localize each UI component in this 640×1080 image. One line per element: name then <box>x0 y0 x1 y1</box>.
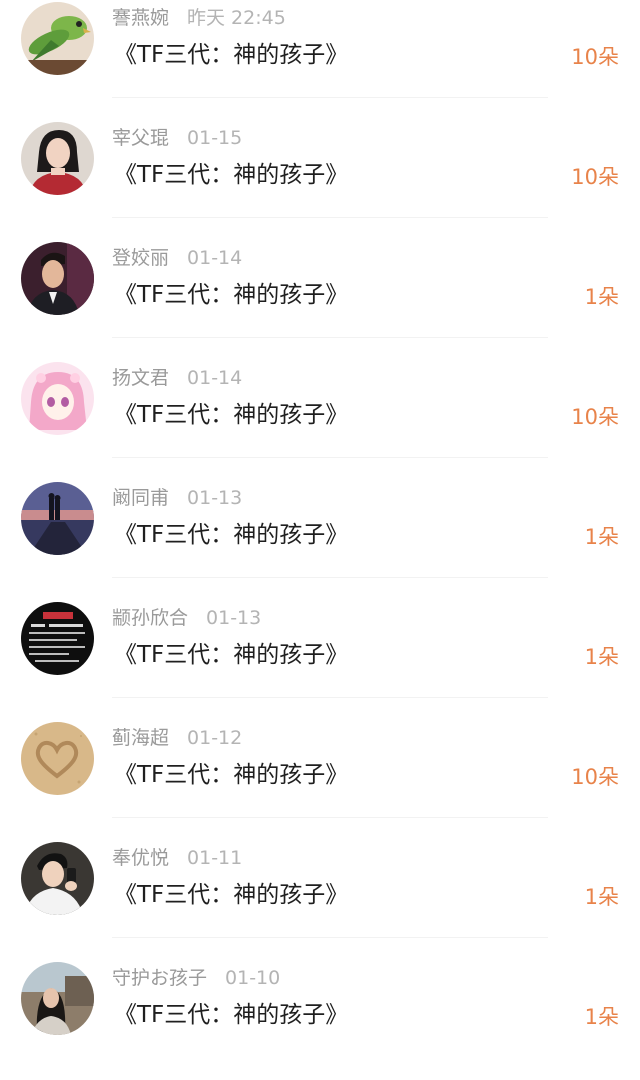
avatar[interactable] <box>21 842 94 915</box>
flower-count: 1朵 <box>584 645 619 669</box>
avatar[interactable] <box>21 602 94 675</box>
record-meta: 阚同甫 01-13 <box>112 486 242 510</box>
calligraphy-text-image-icon <box>21 602 94 675</box>
user-name: 蓟海超 <box>112 727 170 749</box>
record-meta: 宰父琨 01-15 <box>112 126 242 150</box>
record-date: 01-13 <box>187 487 243 509</box>
list-item[interactable]: 扬文君 01-14 《TF三代：神的孩子》 10朵 <box>0 360 640 480</box>
book-title[interactable]: 《TF三代：神的孩子》 <box>114 40 348 70</box>
book-title[interactable]: 《TF三代：神的孩子》 <box>114 280 348 310</box>
list-item[interactable]: 颛孙欣合 01-13 《TF三代：神的孩子》 1朵 <box>0 600 640 720</box>
avatar[interactable] <box>21 2 94 75</box>
list-item[interactable]: 登姣丽 01-14 《TF三代：神的孩子》 1朵 <box>0 240 640 360</box>
book-title[interactable]: 《TF三代：神的孩子》 <box>114 1000 348 1030</box>
flower-count: 1朵 <box>584 885 619 909</box>
sand-heart-photo-icon <box>21 722 94 795</box>
flower-count: 10朵 <box>571 45 619 69</box>
record-date: 昨天 22:45 <box>187 7 286 29</box>
record-meta: 扬文君 01-14 <box>112 366 242 390</box>
list-item[interactable]: 蓟海超 01-12 《TF三代：神的孩子》 10朵 <box>0 720 640 840</box>
flower-count: 10朵 <box>571 765 619 789</box>
divider <box>112 337 548 338</box>
user-name: 阚同甫 <box>112 487 170 509</box>
record-date: 01-15 <box>187 127 243 149</box>
avatar[interactable] <box>21 122 94 195</box>
record-date: 01-13 <box>206 607 262 629</box>
man-with-phone-photo-icon <box>21 842 94 915</box>
man-portrait-photo-icon <box>21 242 94 315</box>
user-name: 奉优悦 <box>112 847 170 869</box>
record-date: 01-12 <box>187 727 243 749</box>
record-meta: 奉优悦 01-11 <box>112 846 242 870</box>
list-item[interactable]: 阚同甫 01-13 《TF三代：神的孩子》 1朵 <box>0 480 640 600</box>
avatar[interactable] <box>21 362 94 435</box>
record-meta: 守护お孩子 01-10 <box>112 966 280 990</box>
record-meta: 蓟海超 01-12 <box>112 726 242 750</box>
avatar[interactable] <box>21 242 94 315</box>
user-name: 颛孙欣合 <box>112 607 189 629</box>
user-name: 謇燕婉 <box>112 7 170 29</box>
book-title[interactable]: 《TF三代：神的孩子》 <box>114 880 348 910</box>
flower-count: 10朵 <box>571 165 619 189</box>
flower-count: 1朵 <box>584 525 619 549</box>
list-item[interactable]: 奉优悦 01-11 《TF三代：神的孩子》 1朵 <box>0 840 640 960</box>
list-item[interactable]: 守护お孩子 01-10 《TF三代：神的孩子》 1朵 <box>0 960 640 1080</box>
book-title[interactable]: 《TF三代：神的孩子》 <box>114 520 348 550</box>
list-item[interactable]: 謇燕婉 昨天 22:45 《TF三代：神的孩子》 10朵 <box>0 0 640 120</box>
record-date: 01-14 <box>187 367 243 389</box>
divider <box>112 457 548 458</box>
record-meta: 颛孙欣合 01-13 <box>112 606 261 630</box>
book-title[interactable]: 《TF三代：神的孩子》 <box>114 640 348 670</box>
flower-count: 1朵 <box>584 1005 619 1029</box>
record-meta: 謇燕婉 昨天 22:45 <box>112 6 286 30</box>
divider <box>112 217 548 218</box>
divider <box>112 937 548 938</box>
girl-outdoors-photo-icon <box>21 962 94 1035</box>
record-meta: 登姣丽 01-14 <box>112 246 242 270</box>
parrot-photo-icon <box>21 2 94 75</box>
user-name: 登姣丽 <box>112 247 170 269</box>
list-item[interactable]: 宰父琨 01-15 《TF三代：神的孩子》 10朵 <box>0 120 640 240</box>
divider <box>112 577 548 578</box>
book-title[interactable]: 《TF三代：神的孩子》 <box>114 400 348 430</box>
book-title[interactable]: 《TF三代：神的孩子》 <box>114 760 348 790</box>
avatar[interactable] <box>21 722 94 795</box>
record-date: 01-14 <box>187 247 243 269</box>
user-name: 宰父琨 <box>112 127 170 149</box>
gift-record-list: 謇燕婉 昨天 22:45 《TF三代：神的孩子》 10朵 宰父琨 01-15 《TF… <box>0 0 640 1050</box>
anime-girl-illustration-icon <box>21 362 94 435</box>
couple-sunset-photo-icon <box>21 482 94 555</box>
book-title[interactable]: 《TF三代：神的孩子》 <box>114 160 348 190</box>
user-name: 守护お孩子 <box>112 967 208 989</box>
record-date: 01-10 <box>225 967 281 989</box>
avatar[interactable] <box>21 962 94 1035</box>
divider <box>112 97 548 98</box>
flower-count: 10朵 <box>571 405 619 429</box>
flower-count: 1朵 <box>584 285 619 309</box>
woman-portrait-photo-icon <box>21 122 94 195</box>
record-date: 01-11 <box>187 847 243 869</box>
divider <box>112 697 548 698</box>
divider <box>112 817 548 818</box>
user-name: 扬文君 <box>112 367 170 389</box>
avatar[interactable] <box>21 482 94 555</box>
